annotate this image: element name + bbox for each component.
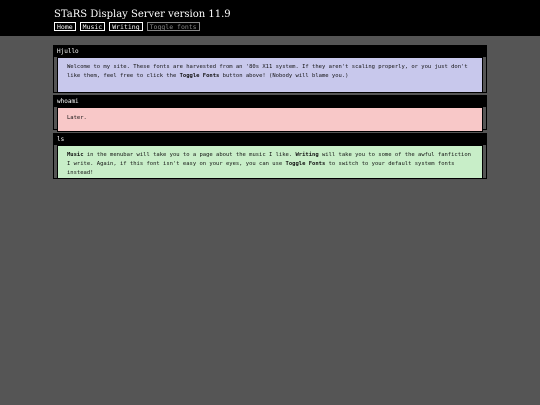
toggle-fonts-mention: Toggle Fonts (285, 161, 326, 167)
window-hjullo: Hjullo Welcome to my site. These fonts a… (53, 45, 487, 93)
window-content: Music in the menubar will take you to a … (57, 145, 483, 179)
window-ls: ls Music in the menubar will take you to… (53, 133, 487, 179)
menubar: Home Music Writing Toggle fonts (54, 22, 200, 31)
home-button[interactable]: Home (54, 22, 76, 31)
page-title: STaRS Display Server version 11.9 (54, 9, 231, 20)
body-text: Later. (67, 115, 87, 121)
window-title-bar: Hjullo (54, 46, 486, 57)
window-content: Welcome to my site. These fonts are harv… (57, 57, 483, 93)
window-content: Later. (57, 107, 483, 132)
body-text: button above! (Nobody will blame you.) (219, 73, 349, 79)
toggle-fonts-button[interactable]: Toggle fonts (146, 22, 200, 31)
toggle-fonts-mention: Toggle Fonts (179, 73, 220, 79)
writing-mention: Writing (295, 152, 319, 158)
top-bar: STaRS Display Server version 11.9 Home M… (0, 0, 540, 36)
body-text: in the menubar will take you to a page a… (83, 152, 296, 158)
window-title-bar: ls (54, 134, 486, 145)
writing-button[interactable]: Writing (109, 22, 143, 31)
music-button[interactable]: Music (79, 22, 106, 31)
window-whoami: whoami Later. (53, 95, 487, 132)
window-title-bar: whoami (54, 96, 486, 107)
music-mention: Music (67, 152, 84, 158)
